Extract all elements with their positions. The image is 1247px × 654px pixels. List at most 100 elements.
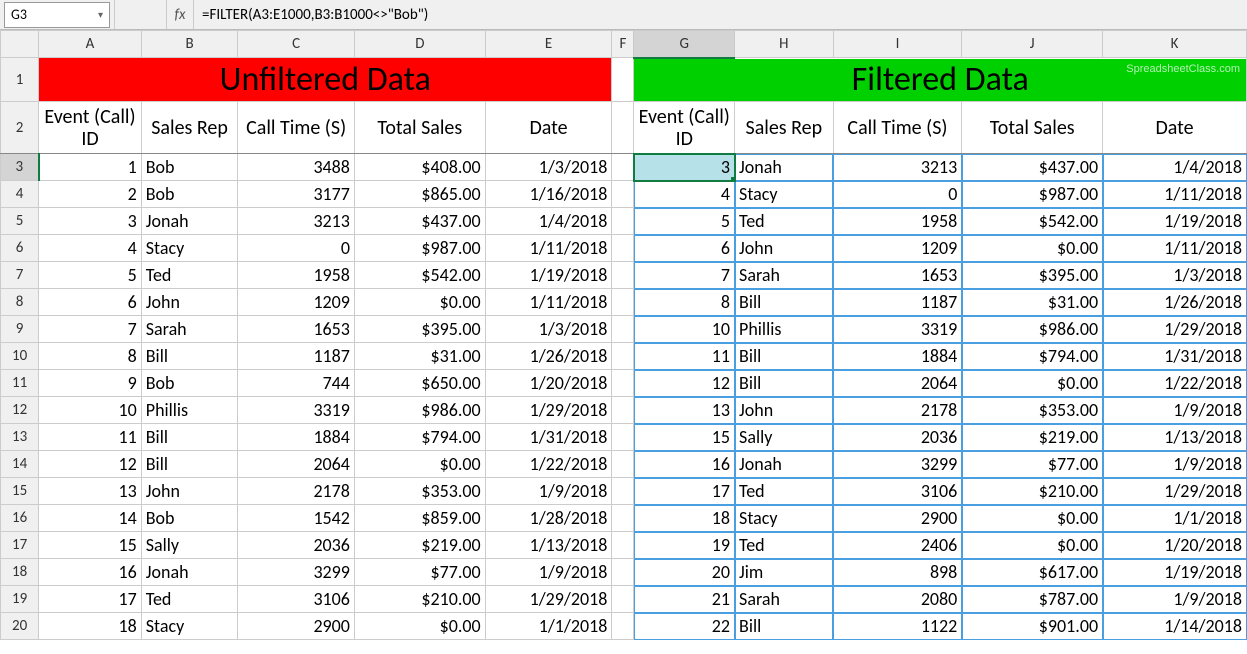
cell[interactable]: 12 xyxy=(39,451,142,478)
cell[interactable]: 1/19/2018 xyxy=(1103,559,1247,586)
cell[interactable]: Ted xyxy=(735,478,834,505)
table-column-header[interactable]: Call Time (S) xyxy=(833,102,962,154)
cell[interactable]: 2178 xyxy=(238,478,355,505)
cell[interactable]: 1/9/2018 xyxy=(485,478,612,505)
cell[interactable]: 1187 xyxy=(238,343,355,370)
row-header[interactable]: 13 xyxy=(1,424,39,451)
cell[interactable]: 5 xyxy=(634,208,735,235)
cell[interactable]: 1/9/2018 xyxy=(1103,451,1247,478)
cell[interactable]: Ted xyxy=(735,208,834,235)
cell[interactable]: 1/4/2018 xyxy=(1103,154,1247,181)
cell[interactable]: 1209 xyxy=(238,289,355,316)
cell[interactable]: Ted xyxy=(735,532,834,559)
col-header-C[interactable]: C xyxy=(238,31,355,58)
col-header-I[interactable]: I xyxy=(833,31,962,58)
cell[interactable]: Ted xyxy=(141,586,238,613)
table-column-header[interactable]: Event (Call) ID xyxy=(39,102,142,154)
cell[interactable]: 1/29/2018 xyxy=(485,586,612,613)
table-column-header[interactable]: Date xyxy=(485,102,612,154)
cell[interactable]: 1/29/2018 xyxy=(1103,316,1247,343)
cell[interactable]: $794.00 xyxy=(962,343,1103,370)
row-header[interactable]: 19 xyxy=(1,586,39,613)
cell[interactable]: $986.00 xyxy=(354,397,485,424)
cell[interactable]: 1/11/2018 xyxy=(1103,235,1247,262)
cell[interactable]: 3 xyxy=(634,154,735,181)
cell[interactable]: Sarah xyxy=(141,316,238,343)
cell[interactable]: 1/20/2018 xyxy=(1103,532,1247,559)
cell[interactable]: 1884 xyxy=(833,343,962,370)
cell[interactable]: 2 xyxy=(39,181,142,208)
name-box[interactable]: G3 ▾ xyxy=(4,2,110,28)
row-header[interactable]: 8 xyxy=(1,289,39,316)
col-header-G[interactable]: G xyxy=(634,31,735,58)
cell[interactable]: 4 xyxy=(634,181,735,208)
table-column-header[interactable]: Event (Call) ID xyxy=(634,102,735,154)
cell[interactable]: 1958 xyxy=(833,208,962,235)
cell[interactable]: 1/3/2018 xyxy=(485,154,612,181)
table-column-header[interactable]: Sales Rep xyxy=(735,102,834,154)
select-all-corner[interactable] xyxy=(1,31,39,58)
cell[interactable]: $77.00 xyxy=(962,451,1103,478)
cell[interactable]: 1/11/2018 xyxy=(1103,181,1247,208)
cell[interactable]: 4 xyxy=(39,235,142,262)
row-header[interactable]: 9 xyxy=(1,316,39,343)
cell[interactable]: 1/29/2018 xyxy=(1103,478,1247,505)
cell[interactable]: 1/13/2018 xyxy=(1103,424,1247,451)
cell[interactable]: 1/31/2018 xyxy=(485,424,612,451)
cell[interactable]: $859.00 xyxy=(354,505,485,532)
row-header[interactable]: 14 xyxy=(1,451,39,478)
cell[interactable]: $437.00 xyxy=(354,208,485,235)
cell[interactable]: $794.00 xyxy=(354,424,485,451)
cell[interactable]: 1/11/2018 xyxy=(485,235,612,262)
cell[interactable]: John xyxy=(735,235,834,262)
row-header[interactable]: 18 xyxy=(1,559,39,586)
cell[interactable]: $0.00 xyxy=(962,532,1103,559)
right-title[interactable]: Filtered DataSpreadsheetClass.com xyxy=(634,58,1247,102)
cell[interactable]: $0.00 xyxy=(354,613,485,640)
cell[interactable]: 1/9/2018 xyxy=(1103,586,1247,613)
row-header[interactable]: 17 xyxy=(1,532,39,559)
cell[interactable]: Sally xyxy=(141,532,238,559)
cell[interactable]: 1/19/2018 xyxy=(1103,208,1247,235)
cell[interactable]: 1187 xyxy=(833,289,962,316)
cell[interactable]: 2900 xyxy=(238,613,355,640)
cell[interactable]: $787.00 xyxy=(962,586,1103,613)
formula-input[interactable]: =FILTER(A3:E1000,B3:B1000<>"Bob") xyxy=(194,6,1247,24)
cell[interactable]: Stacy xyxy=(735,181,834,208)
cell[interactable]: 5 xyxy=(39,262,142,289)
cell[interactable] xyxy=(612,559,634,586)
cell[interactable] xyxy=(612,154,634,181)
cell[interactable]: 3106 xyxy=(238,586,355,613)
cell[interactable]: 9 xyxy=(39,370,142,397)
cell[interactable]: Jim xyxy=(735,559,834,586)
cell[interactable]: 898 xyxy=(833,559,962,586)
cell[interactable]: 744 xyxy=(238,370,355,397)
cell[interactable]: 17 xyxy=(39,586,142,613)
cell[interactable]: $986.00 xyxy=(962,316,1103,343)
cell[interactable]: $650.00 xyxy=(354,370,485,397)
cell[interactable]: $437.00 xyxy=(962,154,1103,181)
cell[interactable]: $219.00 xyxy=(962,424,1103,451)
row-header[interactable]: 6 xyxy=(1,235,39,262)
cell[interactable]: 1/1/2018 xyxy=(485,613,612,640)
cell[interactable]: 2406 xyxy=(833,532,962,559)
cell[interactable]: 7 xyxy=(634,262,735,289)
cell[interactable]: 18 xyxy=(39,613,142,640)
cell[interactable]: $901.00 xyxy=(962,613,1103,640)
cell[interactable]: Stacy xyxy=(735,505,834,532)
cell[interactable]: $395.00 xyxy=(354,316,485,343)
row-header[interactable]: 15 xyxy=(1,478,39,505)
cell[interactable] xyxy=(612,235,634,262)
cell[interactable]: 1/1/2018 xyxy=(1103,505,1247,532)
cell[interactable]: 14 xyxy=(39,505,142,532)
cell[interactable]: 1/9/2018 xyxy=(1103,397,1247,424)
cell[interactable]: 3213 xyxy=(238,208,355,235)
cell[interactable]: 2036 xyxy=(238,532,355,559)
cell[interactable] xyxy=(612,424,634,451)
row-header[interactable]: 5 xyxy=(1,208,39,235)
col-header-E[interactable]: E xyxy=(485,31,612,58)
cell[interactable]: Bill xyxy=(141,451,238,478)
col-header-J[interactable]: J xyxy=(962,31,1103,58)
row-header[interactable]: 7 xyxy=(1,262,39,289)
cell[interactable]: $987.00 xyxy=(354,235,485,262)
